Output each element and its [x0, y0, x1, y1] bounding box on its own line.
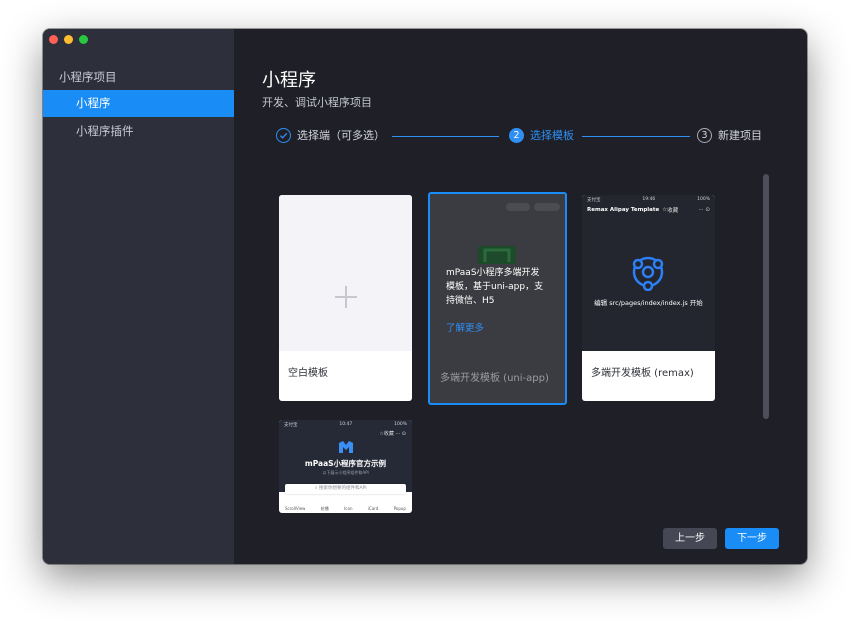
step-select-template[interactable]: 2 选择模板	[509, 127, 574, 143]
page-title: 小程序	[262, 70, 316, 91]
preview-tab: Icon	[344, 506, 353, 511]
status-bar: 支付宝 19:46 100%	[582, 195, 715, 205]
next-step-button[interactable]: 下一步	[725, 528, 779, 549]
status-carrier: 支付宝	[284, 423, 298, 428]
step-number: 3	[697, 127, 712, 143]
status-bar: 支付宝 10:47 100%	[279, 420, 412, 430]
status-carrier: 支付宝	[587, 198, 601, 203]
preview-search-box: ⌕ 搜索你想要的组件和API	[285, 484, 406, 494]
main-panel: 小程序 开发、调试小程序项目 选择端（可多选） 2 选择模板 3 新建项目 空白…	[234, 29, 807, 564]
template-preview: 支付宝 10:47 100% ☆收藏 ··· ⊙ mPaaS小程序官方示例 以下…	[279, 420, 412, 492]
m-logo-icon	[478, 246, 516, 264]
template-card-blank[interactable]: 空白模板	[279, 195, 412, 401]
sidebar: 小程序项目 小程序 小程序插件	[43, 29, 234, 564]
preview-tab: 轮播	[320, 506, 329, 511]
preview-tab: iCard	[367, 506, 379, 511]
template-label: 多端开发模板 (uni-app)	[440, 373, 549, 384]
prev-step-button[interactable]: 上一步	[663, 528, 717, 549]
sidebar-item-miniprogram-plugin[interactable]: 小程序插件	[43, 118, 234, 145]
minimize-window-button[interactable]	[64, 35, 73, 44]
template-card-remax[interactable]: 支付宝 19:46 100% Remax Alipay Template ☆ 收…	[582, 195, 715, 401]
preview-title: mPaaS小程序官方示例	[304, 459, 387, 468]
template-card-uni-app[interactable]: mPaaS小程序多端开发模板，基于uni-app，支持微信、H5 了解更多 多端…	[428, 192, 567, 405]
sidebar-item-miniprogram[interactable]: 小程序	[43, 90, 234, 117]
preview-fav-label: 收藏	[383, 431, 394, 437]
step-label: 选择端（可多选）	[297, 129, 385, 142]
step-label: 选择模板	[530, 129, 574, 142]
preview-body-text: 编辑 src/pages/index/index.js 开始	[594, 299, 703, 307]
preview-nav-title: Remax Alipay Template	[587, 207, 660, 213]
preview-search-placeholder: 搜索你想要的组件和API	[318, 486, 367, 491]
preview-tab: ScrollView	[285, 506, 306, 511]
template-description: mPaaS小程序多端开发模板，基于uni-app，支持微信、H5	[446, 268, 544, 306]
zoom-window-button[interactable]	[79, 35, 88, 44]
preview-tabs: ScrollView 轮播 Icon iCard Popup	[285, 506, 406, 512]
remax-logo-icon	[632, 256, 664, 291]
status-battery: 100%	[697, 197, 710, 202]
template-preview	[279, 195, 412, 351]
template-label: 多端开发模板 (remax)	[591, 368, 694, 379]
wizard-stepper: 选择端（可多选） 2 选择模板 3 新建项目	[276, 127, 776, 147]
scrollbar[interactable]	[763, 174, 769, 419]
step-select-platform[interactable]: 选择端（可多选）	[276, 127, 385, 143]
step-new-project[interactable]: 3 新建项目	[697, 127, 762, 143]
preview-subtitle: 以下展示小程序组件和API	[322, 470, 369, 475]
step-connector	[392, 136, 499, 137]
template-label: 空白模板	[288, 368, 328, 379]
more-dots-icon: ··· ⊙	[698, 207, 710, 213]
plus-icon	[335, 286, 357, 308]
status-time: 19:46	[642, 197, 656, 202]
status-time: 10:47	[339, 422, 353, 427]
step-number: 2	[509, 127, 524, 143]
template-preview: 支付宝 19:46 100% Remax Alipay Template ☆ 收…	[582, 195, 715, 351]
check-icon	[276, 127, 291, 143]
template-card-official-demo[interactable]: 支付宝 10:47 100% ☆收藏 ··· ⊙ mPaaS小程序官方示例 以下…	[279, 420, 412, 513]
step-label: 新建项目	[718, 129, 762, 142]
window-controls	[49, 35, 88, 44]
step-connector	[582, 136, 690, 137]
preview-fav-label: 收藏	[667, 208, 679, 214]
status-battery: 100%	[394, 422, 407, 427]
capsule-menu-icon	[506, 203, 560, 211]
sidebar-group-label: 小程序项目	[59, 70, 117, 84]
learn-more-link[interactable]: 了解更多	[446, 320, 484, 334]
more-dots-icon: ··· ⊙	[395, 431, 406, 437]
mpaas-logo-icon	[339, 441, 353, 453]
close-window-button[interactable]	[49, 35, 58, 44]
app-window: 小程序项目 小程序 小程序插件 小程序 开发、调试小程序项目 选择端（可多选） …	[43, 29, 807, 564]
preview-tab: Popup	[393, 506, 406, 511]
page-subtitle: 开发、调试小程序项目	[262, 96, 372, 109]
